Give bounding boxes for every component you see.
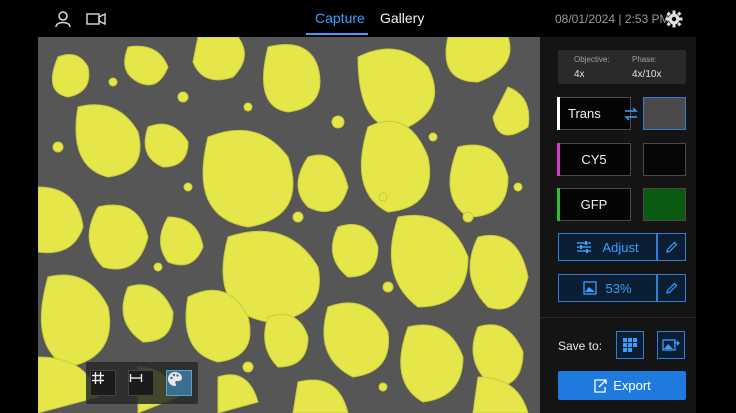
cell-confluence-overlay <box>38 37 540 413</box>
image-icon <box>583 281 598 295</box>
overlay-tool[interactable] <box>166 370 192 396</box>
channel-trans-button[interactable]: Trans <box>557 97 638 130</box>
brightness-value: 53% <box>605 280 632 296</box>
save-to-label: Save to: <box>558 339 603 353</box>
active-tab-indicator <box>306 33 368 35</box>
adjust-edit-button[interactable] <box>657 233 686 261</box>
objective-label: Objective: <box>574 55 610 64</box>
adjust-label: Adjust <box>602 239 639 255</box>
export-button[interactable]: Export <box>558 371 686 400</box>
channel-cy5-button[interactable]: CY5 <box>557 143 631 176</box>
channel-gfp-button[interactable]: GFP <box>557 188 631 221</box>
brightness-button[interactable]: 53% <box>558 274 657 302</box>
channel-color-bar <box>557 188 560 221</box>
grid-tool[interactable] <box>90 370 116 396</box>
channel-cy5-thumbnail[interactable] <box>643 143 686 176</box>
right-margin <box>696 37 736 413</box>
divider <box>540 317 696 318</box>
save-to-folder-button[interactable] <box>657 331 685 359</box>
datetime: 08/01/2024 | 2:53 PM <box>555 12 670 26</box>
phase-value: 4x/10x <box>632 69 662 80</box>
channel-color-bar <box>557 143 560 176</box>
export-icon <box>594 378 607 393</box>
ruler-icon <box>129 374 143 382</box>
channel-trans-label: Trans <box>568 106 601 121</box>
image-icon <box>662 339 680 351</box>
tab-capture[interactable]: Capture <box>315 10 365 26</box>
tab-gallery[interactable]: Gallery <box>380 10 424 26</box>
pencil-icon <box>665 241 677 253</box>
gear-icon[interactable] <box>664 9 684 29</box>
user-icon[interactable] <box>52 8 74 30</box>
palette-icon <box>168 372 182 386</box>
objective-phase-info: Objective: 4x Phase: 4x/10x <box>558 50 686 84</box>
objective-value: 4x <box>574 69 585 80</box>
brightness-edit-button[interactable] <box>657 274 686 302</box>
camera-icon[interactable] <box>84 8 108 30</box>
grid-icon <box>623 338 637 352</box>
channel-color-bar <box>557 97 560 130</box>
microscope-image-viewer[interactable] <box>38 37 540 413</box>
grid-icon <box>92 372 104 384</box>
save-to-grid-button[interactable] <box>616 331 644 359</box>
pencil-icon <box>665 282 677 294</box>
channel-gfp-label: GFP <box>580 197 608 212</box>
measure-tool[interactable] <box>128 370 154 396</box>
channel-trans-thumbnail[interactable] <box>643 97 686 130</box>
image-toolbar <box>86 362 198 404</box>
control-panel: Objective: 4x Phase: 4x/10x Trans CY5 GF… <box>540 37 696 413</box>
phase-label: Phase: <box>632 55 657 64</box>
adjust-button[interactable]: Adjust <box>558 233 657 261</box>
swap-icon[interactable] <box>619 102 643 126</box>
top-bar: Capture Gallery 08/01/2024 | 2:53 PM <box>0 0 736 37</box>
channel-gfp-thumbnail[interactable] <box>643 188 686 221</box>
export-label: Export <box>613 378 651 393</box>
channel-cy5-label: CY5 <box>581 152 607 167</box>
sliders-icon <box>577 241 592 253</box>
